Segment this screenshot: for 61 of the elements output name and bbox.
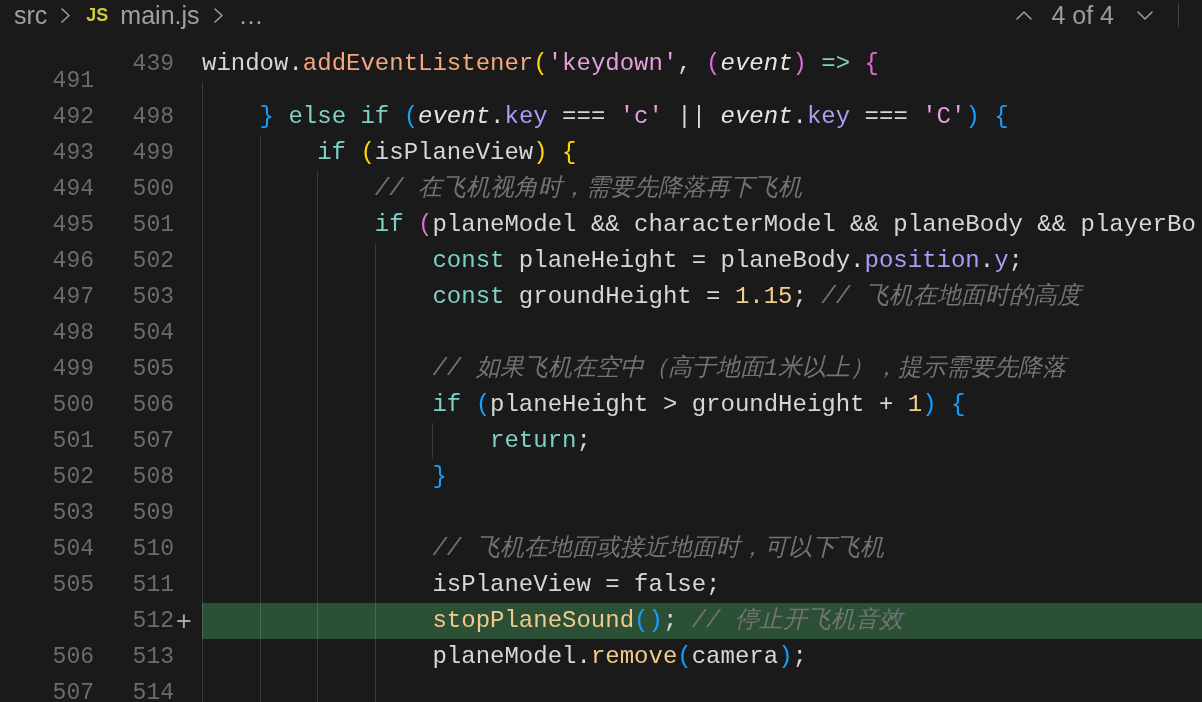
original-line-number: 496 [52,248,94,274]
diff-sign: + [176,606,192,636]
code-line: // 如果飞机在空中（高于地面1米以上），提示需要先降落 [432,355,1067,382]
modified-line-number: 509 [132,500,174,526]
previous-change-button[interactable] [1016,10,1033,20]
original-line-number: 492 [52,104,94,130]
code-line: // 在飞机视角时，需要先降落再下飞机 [374,175,803,202]
breadcrumb-item[interactable]: main.js [120,0,200,30]
modified-line-number: 502 [132,248,174,274]
modified-line-number: 514 [132,680,174,702]
modified-line-number: 505 [132,356,174,382]
original-line-number: 494 [52,176,94,202]
modified-line-number: 507 [132,428,174,454]
code-line: return; [490,427,591,454]
original-line-number: 500 [52,392,94,418]
original-line-number: 491 [52,68,94,94]
chevron-up-icon [1016,10,1033,20]
code-line: if (isPlaneView) { [317,139,577,166]
modified-line-number: 513 [132,644,174,670]
original-line-number: 498 [52,320,94,346]
modified-line-number: 500 [132,176,174,202]
modified-line-number: 510 [132,536,174,562]
change-counter: 4 of 4 [1051,0,1114,30]
modified-line-number: 506 [132,392,174,418]
breadcrumb-item[interactable]: … [238,0,264,30]
code-line: isPlaneView = false; [432,571,721,598]
code-line: const planeHeight = planeBody.position.y; [432,247,1023,274]
modified-line-number: 501 [132,212,174,238]
modified-line-number: 503 [132,284,174,310]
code-line: if (planeModel && characterModel && planeBody && playerBo [374,211,1196,238]
chevron-right-icon [213,7,223,23]
original-line-number: 503 [52,500,94,526]
modified-line-number: 511 [132,572,174,598]
original-line-number: 502 [52,464,94,490]
chevron-down-icon [1137,10,1153,20]
original-line-number: 497 [52,284,94,310]
original-line-number: 495 [52,212,94,238]
original-line-number: 507 [52,680,94,702]
code-line: } [432,463,447,490]
original-line-number: 505 [52,572,94,598]
original-line-number: 501 [52,428,94,454]
modified-line-number: 508 [132,464,174,490]
code-line: if (planeHeight > groundHeight + 1) { [432,391,966,418]
code-line: // 飞机在地面或接近地面时，可以下飞机 [432,535,884,562]
code-line: } else if (event.key === 'c' || event.key === 'C') { [259,103,1009,130]
modified-line-number: 499 [132,140,174,166]
original-line-number: 506 [52,644,94,670]
original-line-number: 493 [52,140,94,166]
breadcrumb-item[interactable]: src [14,0,48,30]
next-change-button[interactable] [1137,10,1153,20]
code-line: stopPlaneSound(); // 停止开飞机音效 [432,607,903,634]
modified-line-number: 498 [132,104,174,130]
code-line: planeModel.remove(camera); [432,643,807,670]
chevron-right-icon [61,7,71,23]
modified-line-number: 439 [132,51,174,77]
code-line: window.addEventListener('keydown', (event) => { [202,50,879,77]
original-line-number: 504 [52,536,94,562]
modified-line-number: 504 [132,320,174,346]
original-line-number: 499 [52,356,94,382]
modified-line-number: 512 [132,608,174,634]
file-type-label: JS [86,4,109,27]
